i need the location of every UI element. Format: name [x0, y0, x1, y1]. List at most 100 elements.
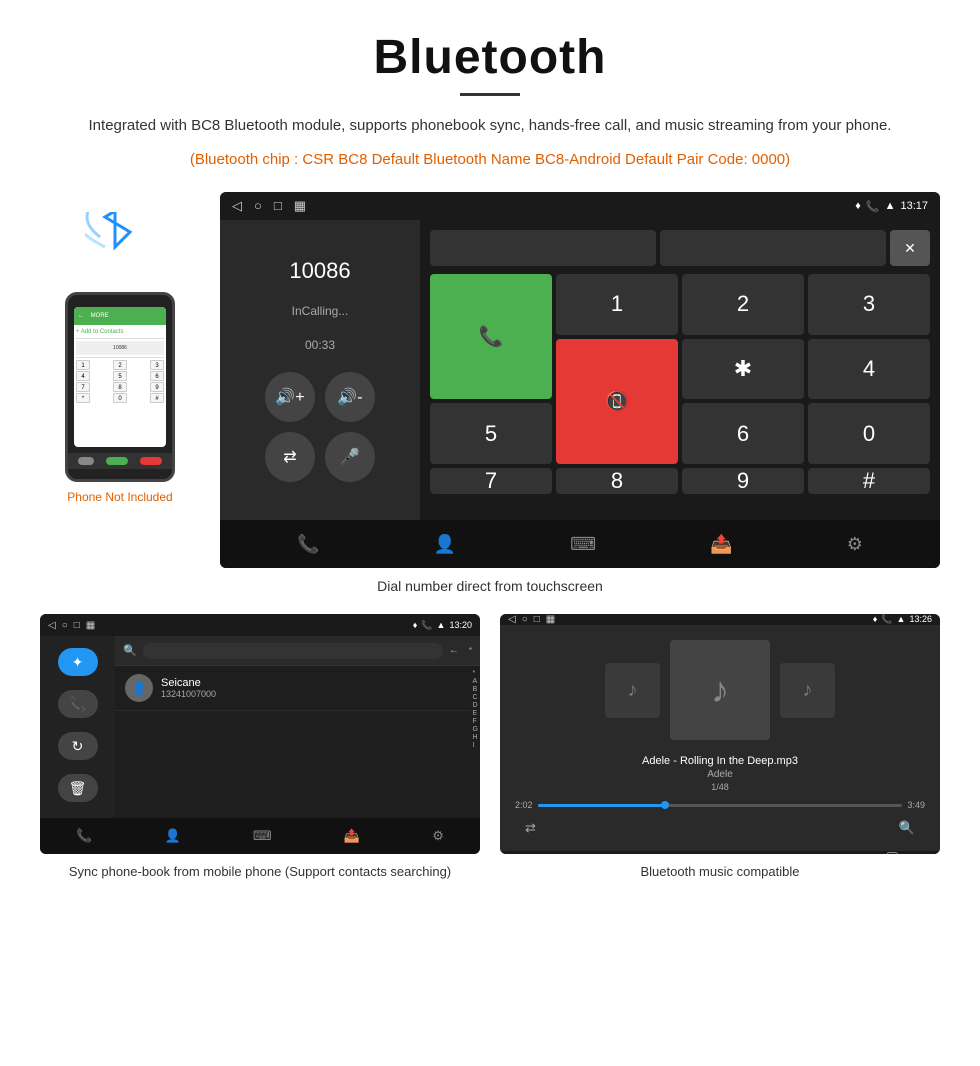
nav-keypad-icon2[interactable]: ⌨ [253, 828, 272, 844]
music-screen: ◁○□▦ ♦📞▲ 13:26 ♪ ♪ ♪ [500, 614, 940, 854]
wifi-icon: ▲ [885, 200, 896, 212]
contact-entry[interactable]: 👤 Seicane 13241007000 [115, 666, 471, 711]
search-input[interactable] [143, 643, 443, 659]
contacts-body: ✦ 📞 ↻ 🗑 🔍 ← * [40, 636, 480, 818]
album-art-main: ♪ [670, 640, 770, 740]
phone-side: ← MORE + Add to Contacts 10086 123 456 [40, 192, 200, 504]
status-bar: ◁ ○ □ ▦ ♦ 📞 ▲ 13:17 [220, 192, 940, 220]
music-info: Adele - Rolling In the Deep.mp3 Adele 1/… [642, 755, 798, 792]
bt-sidebar-icon[interactable]: ✦ [58, 648, 98, 676]
contacts-main: 🔍 ← * 👤 Seicane 132 [115, 636, 480, 818]
recent-icon: □ [274, 198, 282, 214]
call-indicator: 📞 [866, 200, 880, 213]
nav-transfer-icon[interactable]: 📤 [710, 534, 732, 555]
nav-settings-icon[interactable]: ⚙ [847, 534, 863, 555]
key-9[interactable]: 9 [682, 468, 804, 494]
dial-number: 10086 [240, 258, 400, 284]
music-body: ♪ ♪ ♪ Adele - Rolling In the Deep.mp3 Ad… [500, 625, 940, 851]
prev-icon[interactable]: ⏮ [681, 852, 695, 854]
delete-btn[interactable]: ✕ [890, 230, 930, 266]
transfer-btn[interactable]: ⇄ [265, 432, 315, 482]
music-status-right: ♦📞▲ 13:26 [873, 614, 932, 625]
nav-keypad-icon[interactable]: ⌨ [570, 534, 596, 555]
eq-icon[interactable]: 🎚 [882, 851, 902, 854]
key-2[interactable]: 2 [682, 274, 804, 335]
sync-sidebar-btn[interactable]: ↻ [58, 732, 98, 760]
key-8[interactable]: 8 [556, 468, 678, 494]
call-btn[interactable]: 📞 [430, 274, 552, 399]
folder-icon[interactable]: 📁 [537, 851, 557, 854]
song-artist: Adele [642, 769, 798, 780]
orange-note: (Bluetooth chip : CSR BC8 Default Blueto… [40, 148, 940, 172]
song-title: Adele - Rolling In the Deep.mp3 [642, 755, 798, 767]
call-sidebar-btn[interactable]: 📞 [58, 690, 98, 718]
back-arrow-icon: ← [449, 645, 459, 656]
music-bottom-controls: 📁 ☰ ⏮ ⏸ ⏭ 🎚 [500, 851, 940, 854]
add-contacts-label: + Add to Contacts [76, 329, 164, 335]
bottom-screenshots: ◁○□▦ ♦📞▲ 13:20 ✦ 📞 ↻ 🗑 [40, 614, 940, 882]
key-star[interactable]: ✱ [682, 339, 804, 400]
list-icon[interactable]: ☰ [612, 851, 626, 854]
key-5[interactable]: 5 [430, 403, 552, 464]
nav-contacts-icon[interactable]: 👤 [434, 534, 456, 555]
album-art-row: ♪ ♪ ♪ [605, 640, 835, 740]
dial-controls: 🔊+ 🔊- ⇄ 🎤 [240, 372, 400, 482]
phone-green-bar: ← MORE [74, 307, 166, 325]
key-4[interactable]: 4 [808, 339, 930, 400]
mic-btn[interactable]: 🎤 [325, 432, 375, 482]
contacts-time: 13:20 [449, 620, 472, 631]
progress-bar[interactable] [538, 804, 903, 807]
contact-name: Seicane [161, 677, 216, 689]
key-0[interactable]: 0 [808, 403, 930, 464]
key-6[interactable]: 6 [682, 403, 804, 464]
subtitle-text: Integrated with BC8 Bluetooth module, su… [40, 114, 940, 138]
key-7[interactable]: 7 [430, 468, 552, 494]
title-divider [460, 93, 520, 96]
progress-bar-container: 2:02 3:49 [515, 800, 925, 810]
star-label: * [469, 646, 472, 655]
dial-caption: Dial number direct from touchscreen [40, 578, 940, 594]
nav-contacts-icon2[interactable]: 👤 [164, 828, 180, 844]
key-1[interactable]: 1 [556, 274, 678, 335]
phone-not-included-label: Phone Not Included [67, 490, 172, 504]
home-icon: ○ [254, 198, 262, 214]
phone-screen: ← MORE + Add to Contacts 10086 123 456 [74, 307, 166, 447]
key-3[interactable]: 3 [808, 274, 930, 335]
play-pause-icon[interactable]: ⏸ [750, 852, 758, 854]
nav-transfer-icon2[interactable]: 📤 [344, 828, 360, 844]
music-screenshot-box: ◁○□▦ ♦📞▲ 13:26 ♪ ♪ ♪ [500, 614, 940, 882]
contacts-bottom-nav: 📞 👤 ⌨ 📤 ⚙ [40, 818, 480, 854]
back-icon: ◁ [232, 198, 242, 214]
progress-fill [538, 804, 666, 807]
album-art-left: ♪ [605, 663, 660, 718]
key-hash[interactable]: # [808, 468, 930, 494]
dial-input-box2 [660, 230, 886, 266]
shuffle-icon[interactable]: ⇄ [525, 820, 536, 836]
time-total: 3:49 [907, 800, 925, 810]
dial-input-box [430, 230, 656, 266]
alpha-index: *ABCDEFGHI [471, 666, 480, 818]
delete-sidebar-btn[interactable]: 🗑 [58, 774, 98, 802]
page-title: Bluetooth [40, 30, 940, 85]
contacts-nav-icons: ◁○□▦ [48, 620, 95, 631]
search-music-icon[interactable]: 🔍 [899, 820, 915, 836]
status-time: 13:17 [900, 200, 928, 212]
dial-keypad-panel: ✕ 1 2 3 📞 ✱ 4 5 6 0 📵 7 8 9 [420, 220, 940, 520]
nav-settings-icon2[interactable]: ⚙ [432, 828, 444, 844]
volume-down-btn[interactable]: 🔊- [325, 372, 375, 422]
contact-phone: 13241007000 [161, 689, 216, 699]
volume-up-btn[interactable]: 🔊+ [265, 372, 315, 422]
contacts-screenshot-box: ◁○□▦ ♦📞▲ 13:20 ✦ 📞 ↻ 🗑 [40, 614, 480, 882]
end-call-btn[interactable]: 📵 [556, 339, 678, 464]
contacts-screen: ◁○□▦ ♦📞▲ 13:20 ✦ 📞 ↻ 🗑 [40, 614, 480, 854]
status-right: ♦ 📞 ▲ 13:17 [855, 200, 928, 213]
music-screen-inner: ◁○□▦ ♦📞▲ 13:26 ♪ ♪ ♪ [500, 614, 940, 854]
call-timer: 00:33 [240, 338, 400, 352]
music-nav-icons: ◁○□▦ [508, 614, 555, 625]
dial-area: 10086 InCalling... 00:33 🔊+ 🔊- ⇄ 🎤 ✕ [220, 220, 940, 520]
status-left: ◁ ○ □ ▦ [232, 198, 306, 214]
main-section: ← MORE + Add to Contacts 10086 123 4 5 6 [40, 192, 940, 568]
nav-calls-icon2[interactable]: 📞 [76, 828, 92, 844]
next-icon[interactable]: ⏭ [813, 852, 827, 854]
nav-calls-icon[interactable]: 📞 [297, 534, 319, 555]
